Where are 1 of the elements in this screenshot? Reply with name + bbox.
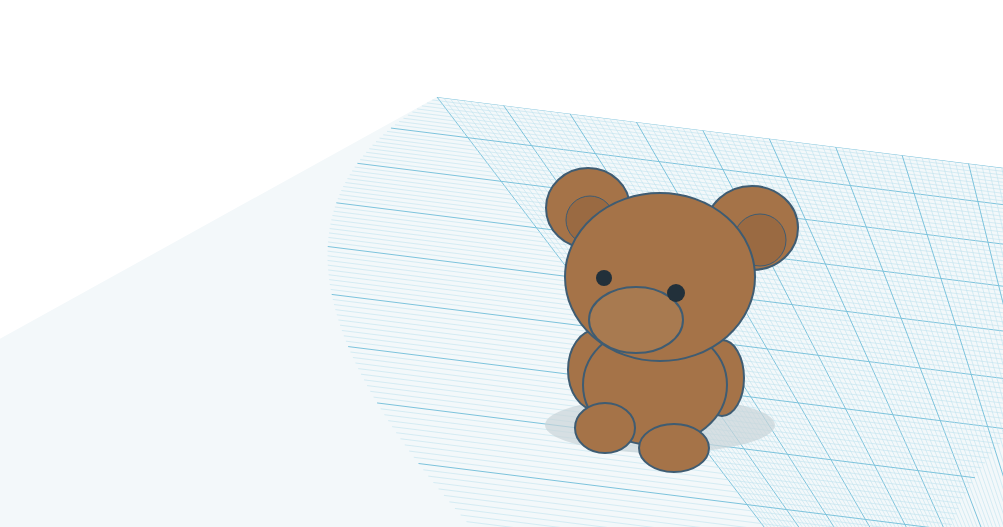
bear-drawing[interactable]	[545, 167, 799, 473]
